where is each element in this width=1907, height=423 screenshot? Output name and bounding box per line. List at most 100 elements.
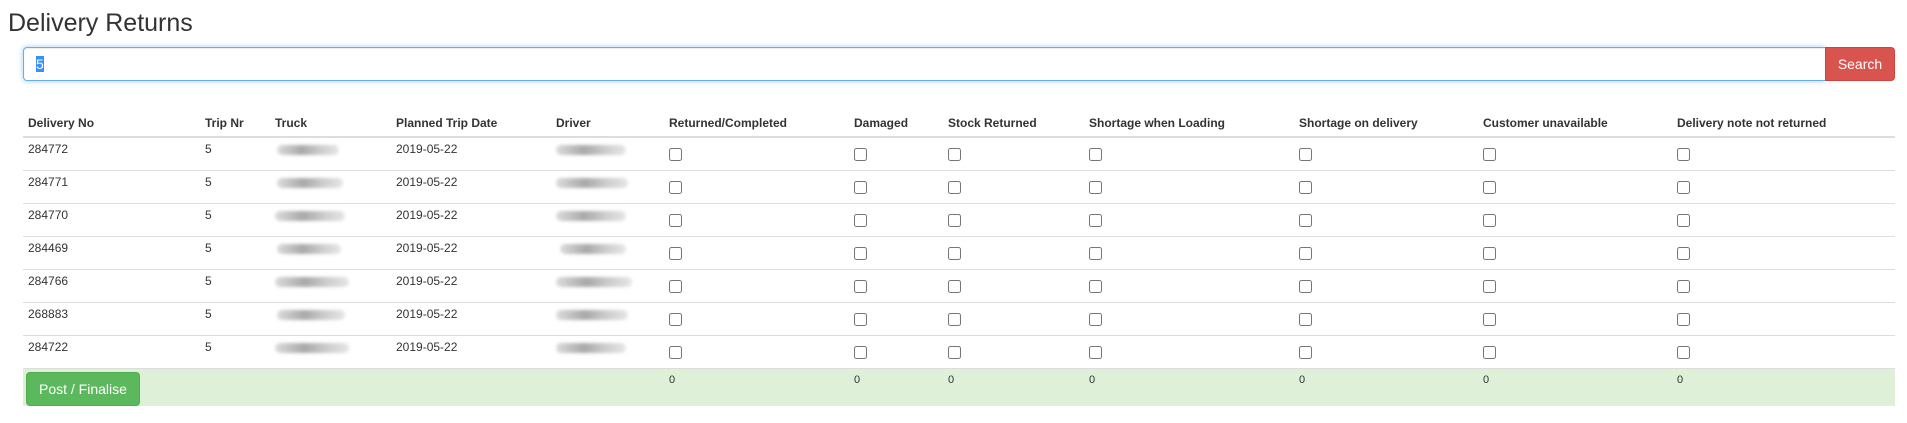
stock-returned-checkbox[interactable] <box>948 213 961 227</box>
shortage-on-delivery-checkbox[interactable] <box>1299 148 1312 161</box>
returned-completed-checkbox[interactable] <box>669 246 682 260</box>
returned-completed-checkbox[interactable] <box>669 279 682 293</box>
redacted-driver <box>556 342 626 353</box>
table-row: 284722 5 2019-05-22 <box>23 334 1895 368</box>
redacted-truck <box>275 342 349 353</box>
stock-returned-checkbox[interactable] <box>948 180 961 194</box>
planned-trip-date-cell: 2019-05-22 <box>391 334 551 368</box>
trip-nr-cell: 5 <box>200 334 270 368</box>
returned-completed-checkbox[interactable] <box>669 148 682 161</box>
delivery-note-not-returned-checkbox[interactable] <box>1677 279 1690 293</box>
trip-nr-cell: 5 <box>200 235 270 269</box>
returned-completed-cell <box>664 334 849 368</box>
total-shortage-when-loading: 0 <box>1084 367 1294 406</box>
delivery-no-cell: 284766 <box>23 268 200 302</box>
returned-completed-checkbox[interactable] <box>669 213 682 227</box>
shortage-when-loading-checkbox[interactable] <box>1089 246 1102 260</box>
shortage-when-loading-checkbox[interactable] <box>1089 279 1102 293</box>
redacted-driver <box>556 210 626 221</box>
damaged-checkbox[interactable] <box>854 312 867 326</box>
damaged-checkbox[interactable] <box>854 345 867 359</box>
damaged-cell <box>849 169 943 203</box>
stock-returned-checkbox[interactable] <box>948 246 961 260</box>
shortage-when-loading-cell <box>1084 334 1294 368</box>
planned-trip-date-cell: 2019-05-22 <box>391 235 551 269</box>
delivery-note-not-returned-checkbox[interactable] <box>1677 312 1690 326</box>
shortage-when-loading-cell <box>1084 235 1294 269</box>
shortage-when-loading-cell <box>1084 268 1294 302</box>
damaged-checkbox[interactable] <box>854 279 867 293</box>
header-shortage-on-delivery: Shortage on delivery <box>1294 104 1478 138</box>
driver-cell <box>551 235 664 269</box>
customer-unavailable-checkbox[interactable] <box>1483 148 1496 161</box>
delivery-no-cell: 284722 <box>23 334 200 368</box>
redacted-driver <box>556 309 628 320</box>
returned-completed-checkbox[interactable] <box>669 312 682 326</box>
post-finalise-button[interactable]: Post / Finalise <box>26 371 140 406</box>
header-delivery-no: Delivery No <box>23 104 200 138</box>
delivery-note-not-returned-checkbox[interactable] <box>1677 148 1690 161</box>
stock-returned-checkbox[interactable] <box>948 345 961 359</box>
returned-completed-cell <box>664 235 849 269</box>
returned-completed-checkbox[interactable] <box>669 180 682 194</box>
redacted-truck <box>275 276 349 287</box>
page-title: Delivery Returns <box>8 9 193 37</box>
delivery-note-not-returned-cell <box>1672 268 1895 302</box>
customer-unavailable-cell <box>1478 301 1672 335</box>
shortage-when-loading-checkbox[interactable] <box>1089 148 1102 161</box>
shortage-on-delivery-checkbox[interactable] <box>1299 345 1312 359</box>
shortage-on-delivery-checkbox[interactable] <box>1299 246 1312 260</box>
returned-completed-checkbox[interactable] <box>669 345 682 359</box>
shortage-on-delivery-checkbox[interactable] <box>1299 180 1312 194</box>
customer-unavailable-checkbox[interactable] <box>1483 246 1496 260</box>
shortage-on-delivery-checkbox[interactable] <box>1299 312 1312 326</box>
shortage-on-delivery-cell <box>1294 202 1478 236</box>
shortage-on-delivery-checkbox[interactable] <box>1299 213 1312 227</box>
damaged-checkbox[interactable] <box>854 180 867 194</box>
delivery-note-not-returned-cell <box>1672 202 1895 236</box>
customer-unavailable-cell <box>1478 136 1672 170</box>
table-row: 284469 5 2019-05-22 <box>23 235 1895 269</box>
shortage-when-loading-cell <box>1084 136 1294 170</box>
shortage-when-loading-checkbox[interactable] <box>1089 345 1102 359</box>
customer-unavailable-cell <box>1478 169 1672 203</box>
customer-unavailable-checkbox[interactable] <box>1483 312 1496 326</box>
delivery-note-not-returned-cell <box>1672 136 1895 170</box>
damaged-checkbox[interactable] <box>854 213 867 227</box>
customer-unavailable-checkbox[interactable] <box>1483 279 1496 293</box>
truck-cell <box>270 268 391 302</box>
redacted-truck <box>275 210 345 221</box>
delivery-note-not-returned-checkbox[interactable] <box>1677 345 1690 359</box>
delivery-note-not-returned-checkbox[interactable] <box>1677 246 1690 260</box>
damaged-checkbox[interactable] <box>854 148 867 161</box>
table-header-row: Delivery No Trip Nr Truck Planned Trip D… <box>23 104 1895 138</box>
total-stock-returned: 0 <box>943 367 1084 406</box>
stock-returned-checkbox[interactable] <box>948 279 961 293</box>
customer-unavailable-checkbox[interactable] <box>1483 345 1496 359</box>
table-row: 268883 5 2019-05-22 <box>23 301 1895 335</box>
shortage-when-loading-checkbox[interactable] <box>1089 312 1102 326</box>
shortage-on-delivery-checkbox[interactable] <box>1299 279 1312 293</box>
shortage-when-loading-checkbox[interactable] <box>1089 180 1102 194</box>
redacted-driver <box>560 243 626 254</box>
customer-unavailable-checkbox[interactable] <box>1483 213 1496 227</box>
delivery-note-not-returned-checkbox[interactable] <box>1677 180 1690 194</box>
planned-trip-date-cell: 2019-05-22 <box>391 202 551 236</box>
delivery-note-not-returned-cell <box>1672 235 1895 269</box>
stock-returned-checkbox[interactable] <box>948 312 961 326</box>
total-delivery-note-not-returned: 0 <box>1672 367 1895 406</box>
stock-returned-cell <box>943 136 1084 170</box>
stock-returned-checkbox[interactable] <box>948 148 961 161</box>
delivery-note-not-returned-checkbox[interactable] <box>1677 213 1690 227</box>
search-button[interactable]: Search <box>1825 47 1895 81</box>
planned-trip-date-cell: 2019-05-22 <box>391 301 551 335</box>
trip-nr-cell: 5 <box>200 301 270 335</box>
damaged-checkbox[interactable] <box>854 246 867 260</box>
redacted-truck <box>277 145 339 155</box>
shortage-when-loading-cell <box>1084 169 1294 203</box>
shortage-when-loading-checkbox[interactable] <box>1089 213 1102 227</box>
search-input[interactable] <box>23 47 1825 81</box>
header-damaged: Damaged <box>849 104 943 138</box>
redacted-truck <box>277 309 345 320</box>
customer-unavailable-checkbox[interactable] <box>1483 180 1496 194</box>
